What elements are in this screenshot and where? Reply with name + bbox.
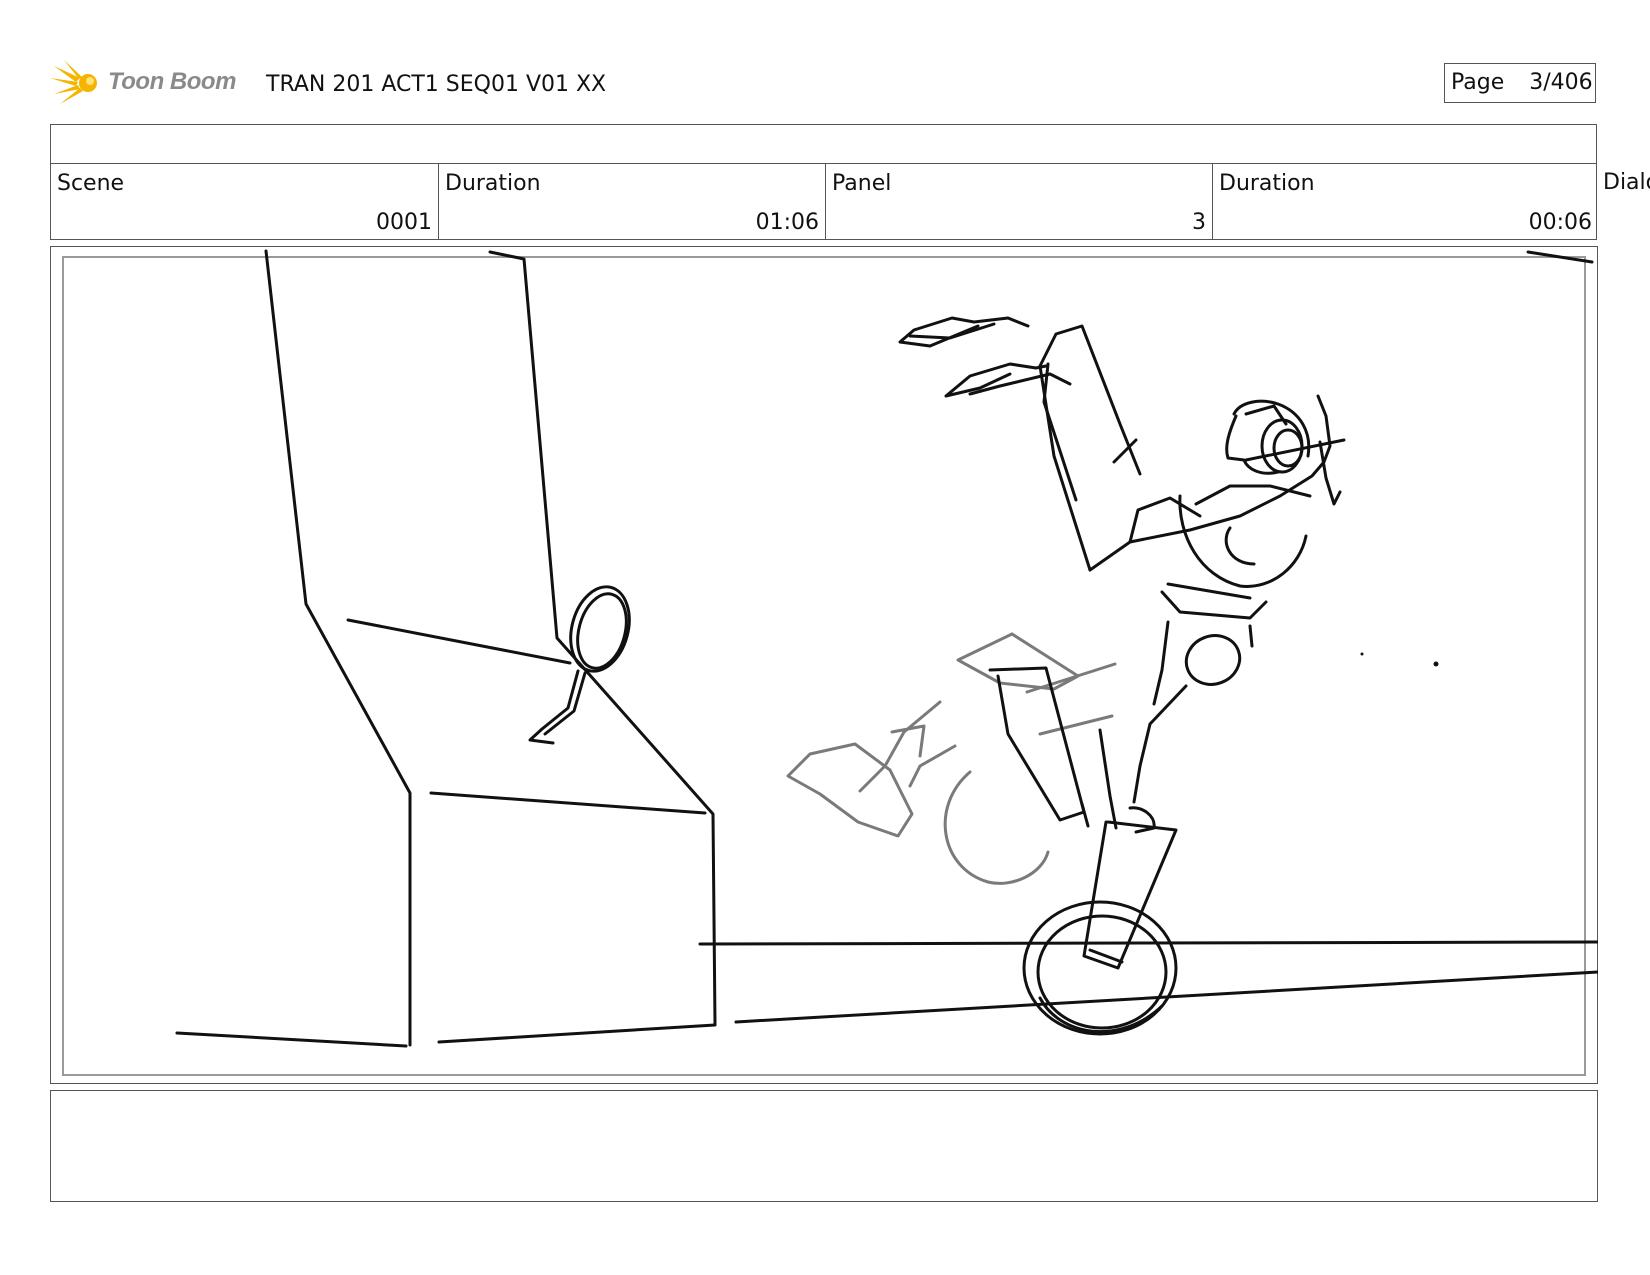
scene-value: 0001: [376, 210, 432, 235]
sketch-background: [175, 249, 1598, 1048]
page-number: 3/406: [1529, 70, 1593, 95]
panel-notes-box: [50, 1090, 1598, 1202]
page-header: Toon Boom TRAN 201 ACT1 SEQ01 V01 XX Pag…: [50, 58, 1600, 108]
panel-cell: Panel 3: [826, 163, 1213, 239]
info-row: Scene 0001 Duration 01:06 Panel 3 Durati…: [51, 163, 1596, 239]
panel-duration-value: 00:06: [1528, 210, 1592, 235]
scene-label: Scene: [57, 171, 125, 196]
panel-label: Panel: [832, 171, 892, 196]
sketch-character-main: [898, 316, 1346, 1036]
scene-duration-value: 01:06: [755, 210, 819, 235]
panel-duration-cell: Duration 00:06: [1213, 163, 1598, 239]
sketch-character-secondary: [786, 632, 1117, 885]
page-indicator: Page 3/406: [1444, 63, 1596, 103]
scene-duration-label: Duration: [445, 171, 541, 196]
panel-value: 3: [1192, 210, 1206, 235]
logo-text: Toon Boom: [108, 68, 236, 95]
storyboard-sketch: [175, 249, 1598, 1048]
document-title: TRAN 201 ACT1 SEQ01 V01 XX: [266, 72, 607, 97]
starburst-icon: [50, 60, 97, 104]
panel-info-table: Scene 0001 Duration 01:06 Panel 3 Durati…: [50, 124, 1597, 240]
info-top-row: [51, 125, 1596, 164]
page-label: Page: [1451, 70, 1505, 95]
toon-boom-logo: Toon Boom: [50, 58, 250, 108]
scene-cell: Scene 0001: [51, 163, 439, 239]
sketch-dots: [1360, 652, 1439, 667]
panel-duration-label: Duration: [1219, 171, 1315, 196]
scene-duration-cell: Duration 01:06: [439, 163, 826, 239]
dialogue-label: Dialo: [1603, 170, 1650, 195]
